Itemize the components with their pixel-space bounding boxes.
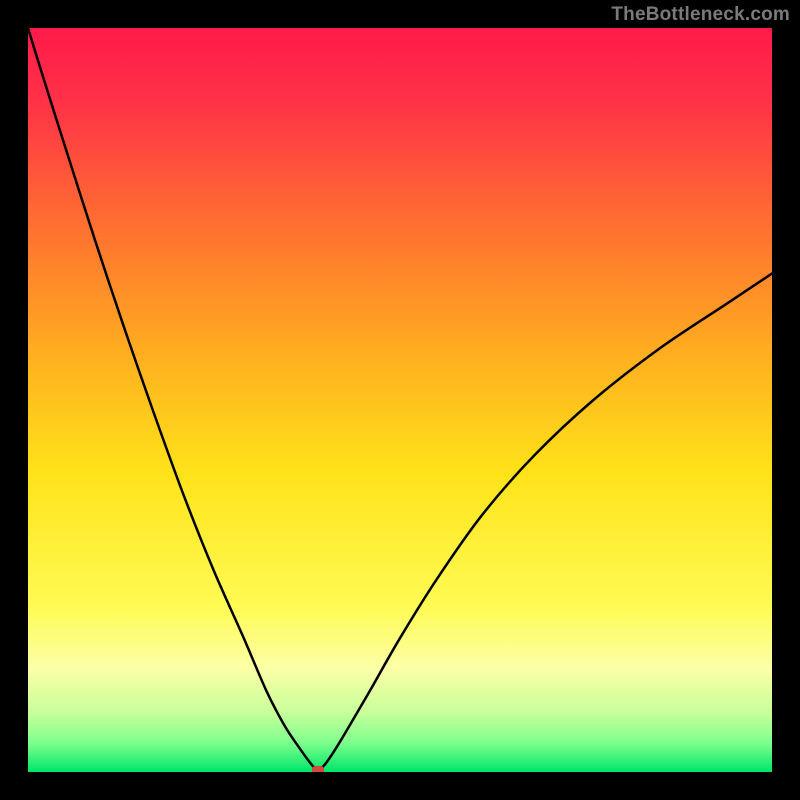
bottleneck-marker — [312, 766, 324, 772]
chart-outer-frame: TheBottleneck.com — [0, 0, 800, 800]
chart-plot-area — [28, 28, 772, 772]
curve-svg — [28, 28, 772, 772]
bottleneck-curve-path — [28, 28, 772, 771]
watermark-text: TheBottleneck.com — [611, 4, 790, 26]
